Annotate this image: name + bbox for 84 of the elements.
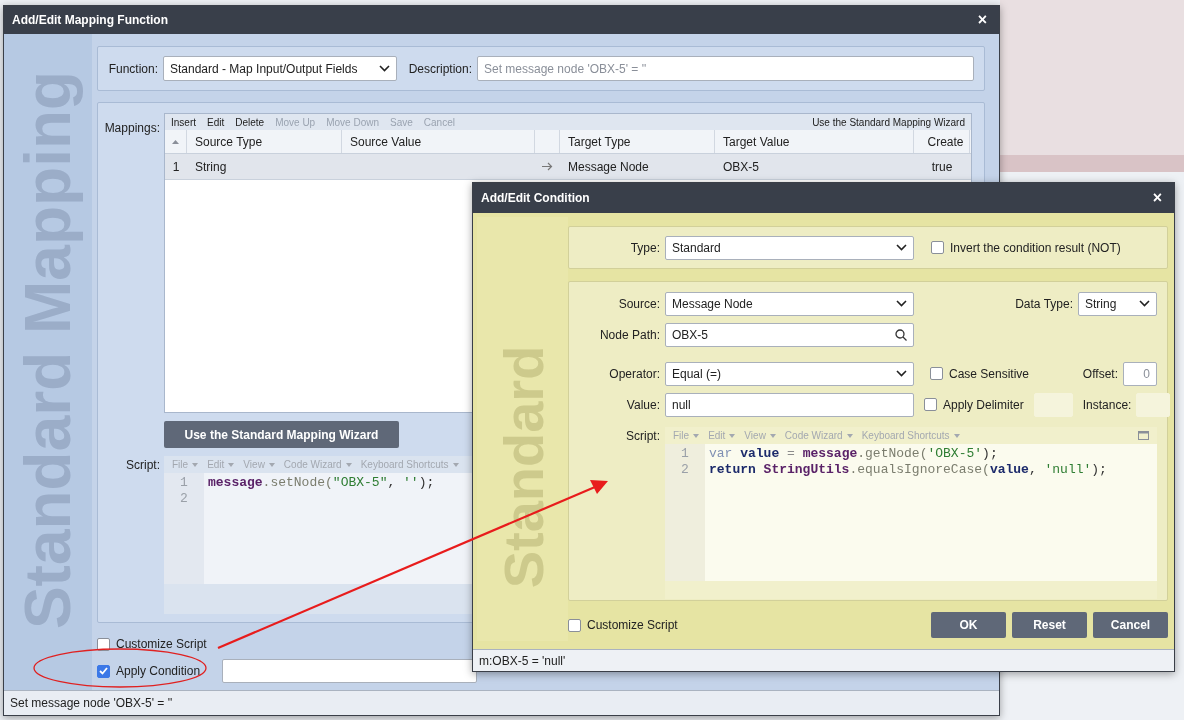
field-label: Description:	[407, 61, 472, 76]
field-label: Function:	[107, 61, 158, 76]
checkbox[interactable]	[924, 398, 937, 411]
search-icon[interactable]	[895, 328, 907, 341]
column-header[interactable]: Source Value	[342, 130, 535, 153]
node-path-field[interactable]: OBX-5	[665, 322, 914, 347]
caret-icon	[729, 433, 736, 438]
field-label: Mappings:	[103, 120, 160, 137]
status-text: m:OBX-5 = 'null'	[479, 653, 566, 668]
delimiter-field[interactable]	[1033, 392, 1073, 417]
chevron-down-icon	[1139, 300, 1150, 307]
type-select[interactable]: Standard	[665, 235, 914, 260]
caret-icon	[228, 462, 235, 467]
code-line: return StringUtils.equalsIgnoreCase(value, 'null');	[709, 462, 1108, 478]
caret-icon	[268, 462, 275, 467]
table-cell-text: String	[194, 159, 228, 174]
toolbar-button[interactable]: Edit	[207, 116, 225, 128]
column-header[interactable]: Target Type	[560, 130, 715, 153]
checkbox-label: Customize Script	[116, 637, 207, 651]
checkbox[interactable]	[931, 241, 944, 254]
condition-field[interactable]	[222, 659, 478, 683]
field-label: Script:	[125, 457, 160, 474]
maximize-icon[interactable]	[1138, 431, 1149, 440]
close-button[interactable]: ×	[1150, 189, 1164, 207]
chevron-down-icon	[379, 65, 390, 72]
column-header[interactable]: Target Value	[715, 130, 914, 153]
chevron-down-icon	[896, 244, 907, 251]
checkbox-label: Case Sensitive	[949, 366, 1030, 381]
row-number: 1	[171, 159, 181, 174]
field-label: Data Type:	[1015, 296, 1073, 311]
checkbox[interactable]	[97, 664, 110, 678]
dialog-button[interactable]: Cancel	[1093, 612, 1168, 638]
sort-icon[interactable]	[172, 139, 179, 144]
caret-icon	[452, 462, 459, 467]
table-cell-text: OBX-5	[722, 159, 760, 174]
table-cell-text: Message Node	[567, 159, 650, 174]
instance-field[interactable]	[1136, 392, 1171, 417]
line-number: 2	[680, 462, 690, 478]
field-label: Operator:	[608, 366, 660, 381]
wizard-link[interactable]: Use the Standard Mapping Wizard	[812, 116, 965, 128]
caret-icon	[953, 433, 960, 438]
checkbox-label: Invert the condition result (NOT)	[950, 240, 1121, 255]
arrow-right-icon	[542, 162, 553, 171]
field-label: Instance:	[1082, 397, 1132, 412]
line-number: 1	[680, 446, 690, 462]
toolbar-button[interactable]: Delete	[235, 116, 265, 128]
checkbox[interactable]	[930, 367, 943, 380]
line-number: 1	[179, 475, 189, 491]
function-select[interactable]: Standard - Map Input/Output Fields	[163, 56, 397, 81]
code-line: var value = message.getNode('OBX-5');	[709, 446, 999, 462]
field-label: Offset:	[1082, 366, 1118, 381]
field-label: Script:	[625, 428, 660, 445]
close-button[interactable]: ×	[975, 11, 989, 29]
caret-icon	[192, 462, 199, 467]
dialog-button[interactable]: OK	[931, 612, 1006, 638]
window-title: Add/Edit Condition	[481, 191, 590, 205]
caret-icon	[846, 433, 853, 438]
caret-icon	[693, 433, 700, 438]
table-cell-text: true	[930, 159, 954, 174]
wizard-button[interactable]: Use the Standard Mapping Wizard	[164, 421, 399, 448]
chevron-down-icon	[896, 370, 907, 377]
column-header[interactable]: Source Type	[187, 130, 342, 153]
field-label: Node Path:	[598, 327, 660, 342]
field-label: Source:	[617, 296, 660, 311]
checkbox-label: Customize Script	[587, 618, 678, 632]
checkbox-label: Apply Condition	[116, 664, 201, 678]
checkbox[interactable]	[568, 618, 581, 632]
line-number: 2	[179, 491, 189, 507]
checkbox-label: Apply Delimiter	[943, 397, 1024, 412]
caret-icon	[345, 462, 352, 467]
caret-icon	[769, 433, 776, 438]
table-row[interactable]: 1 String Message Node OBX-5 true	[165, 154, 971, 180]
source-select[interactable]: Message Node	[665, 291, 914, 316]
field-label: Type:	[629, 240, 660, 255]
chevron-down-icon	[896, 300, 907, 307]
value-field[interactable]: null	[665, 392, 914, 417]
data-type-select[interactable]: String	[1078, 291, 1157, 316]
toolbar-button[interactable]: Insert	[171, 116, 196, 128]
field-label: Value:	[625, 397, 660, 412]
status-text: Set message node 'OBX-5' = ''	[10, 696, 173, 710]
column-header[interactable]: Create	[914, 130, 970, 153]
dialog-button[interactable]: Reset	[1012, 612, 1087, 638]
window-title: Add/Edit Mapping Function	[12, 13, 168, 27]
operator-select[interactable]: Equal (=)	[665, 361, 914, 386]
